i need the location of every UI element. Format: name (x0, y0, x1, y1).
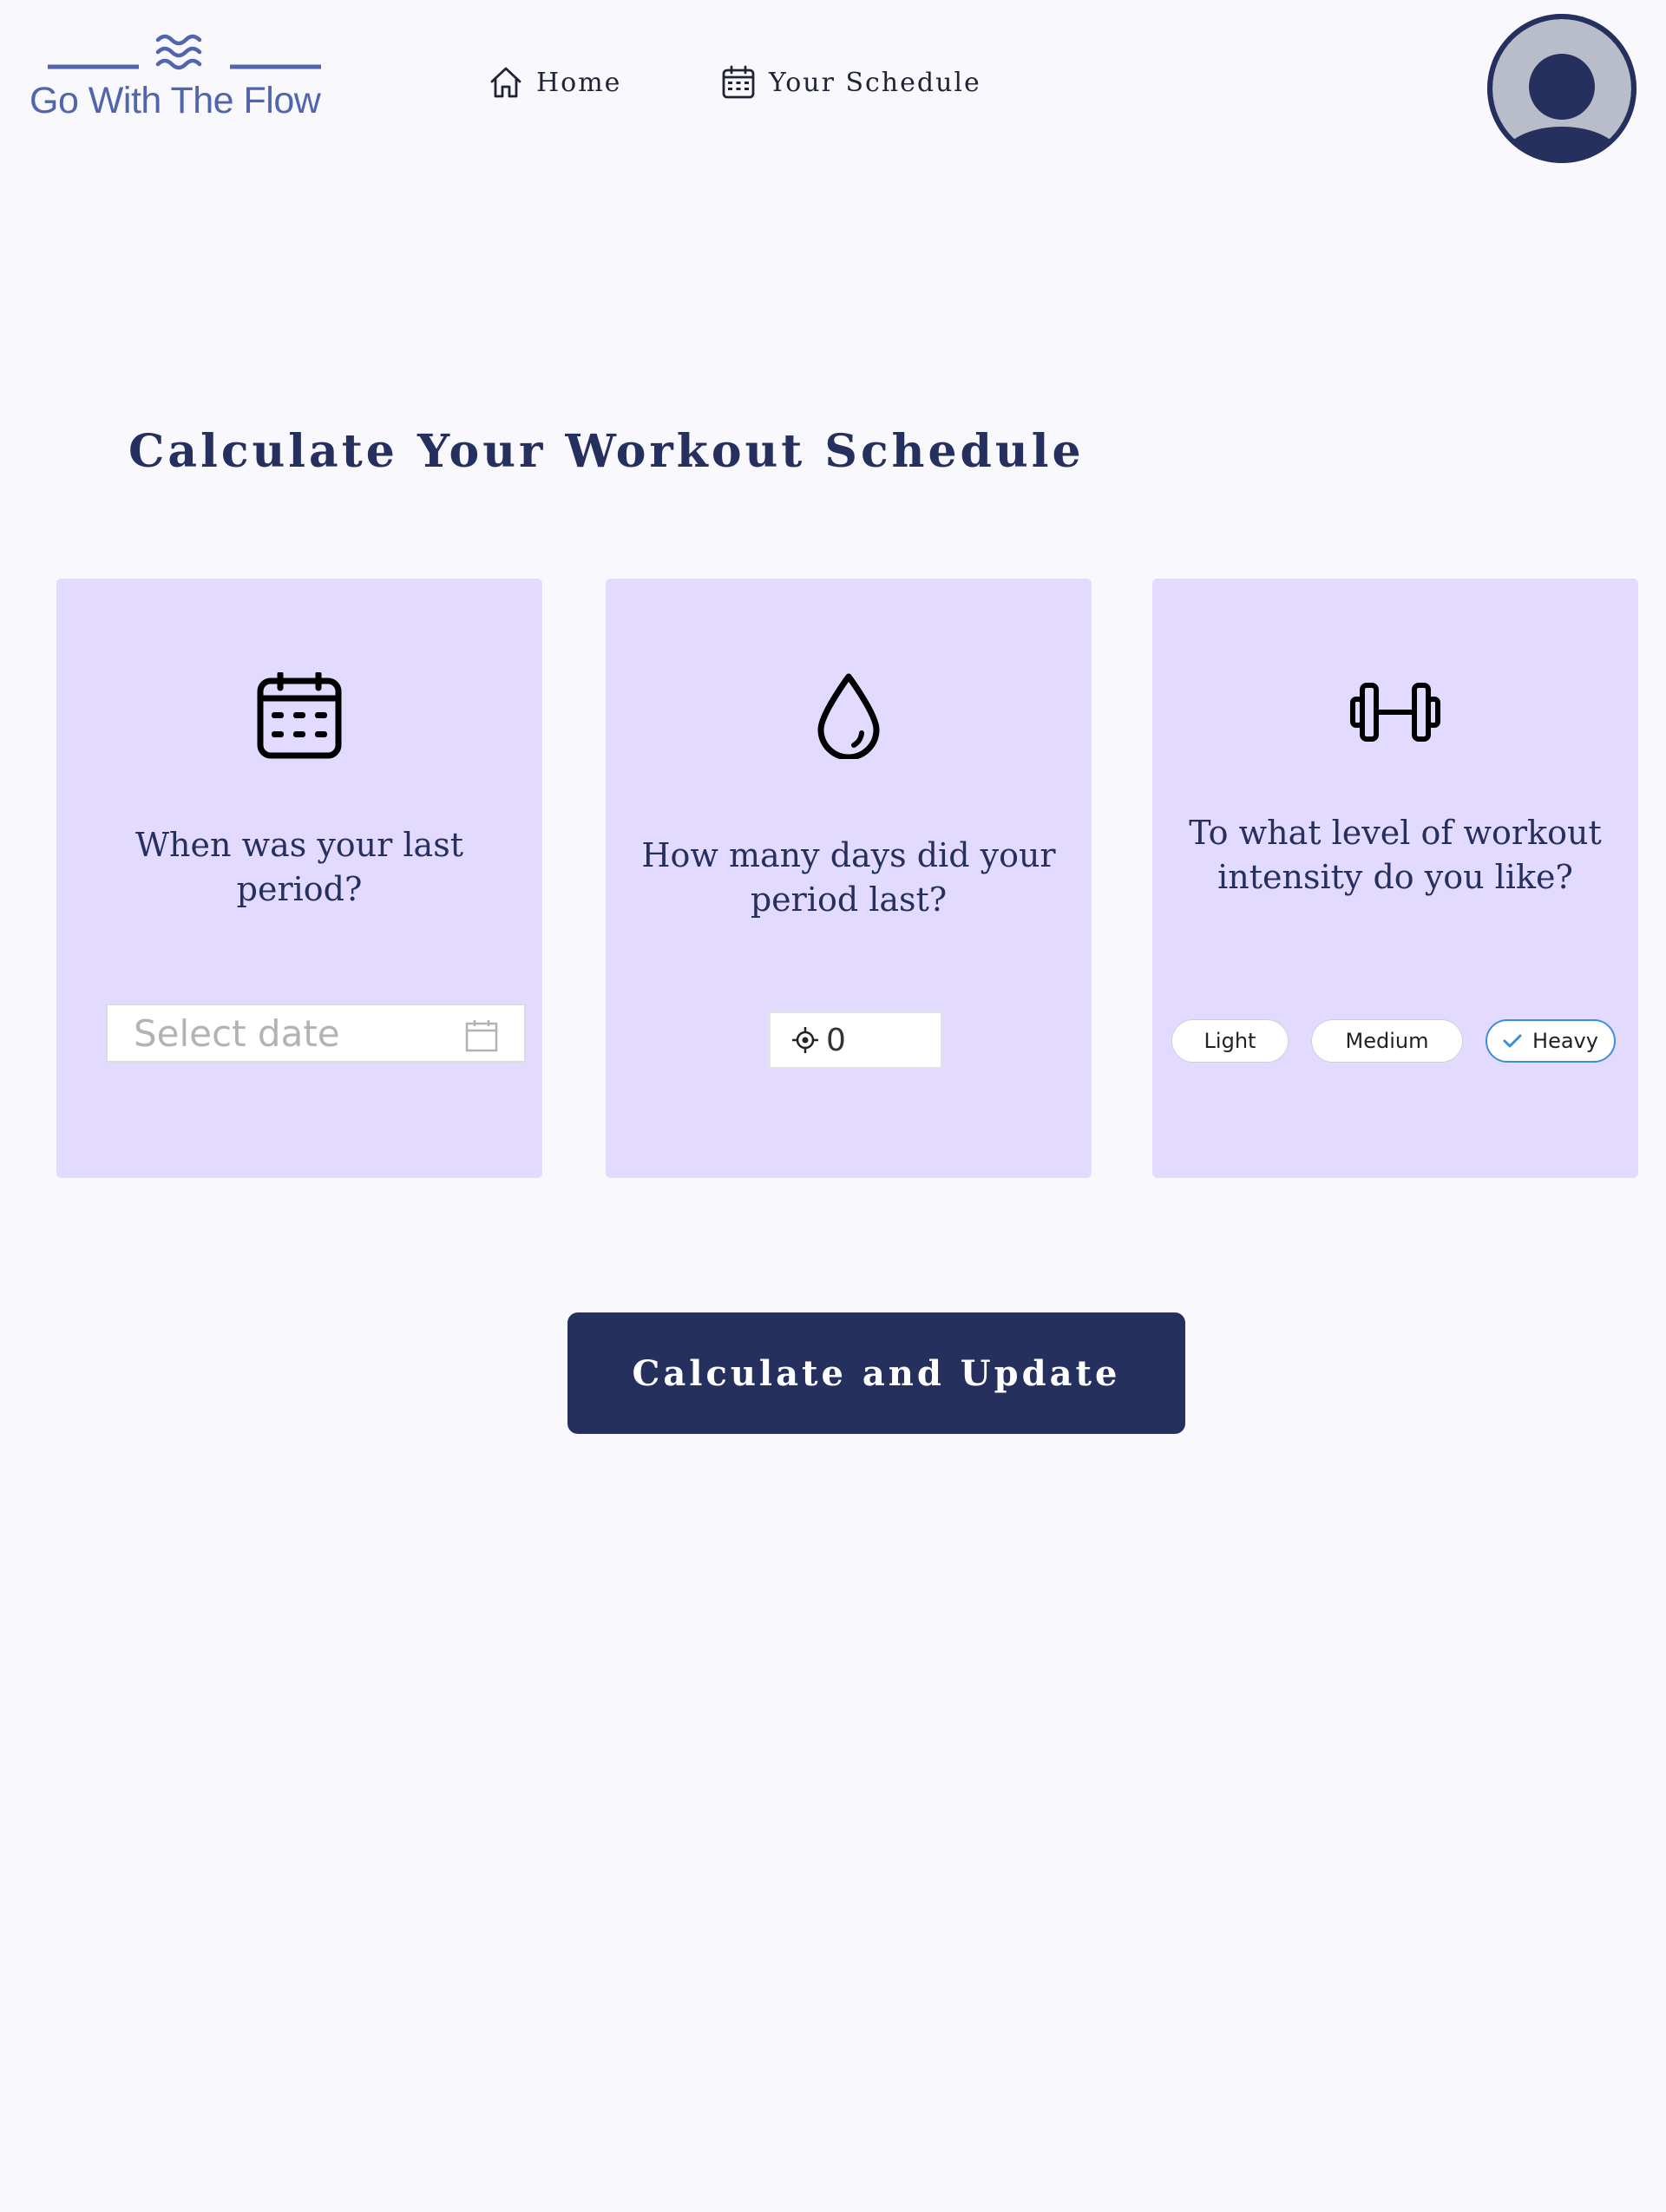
crosshair-icon (792, 1027, 818, 1053)
calendar-icon (256, 671, 343, 762)
intensity-option-medium[interactable]: Medium (1311, 1019, 1463, 1063)
calendar-outline-icon[interactable] (465, 1019, 498, 1052)
check-icon (1503, 1034, 1522, 1048)
calendar-icon (722, 65, 755, 99)
user-avatar-icon (1487, 14, 1636, 163)
waves-icon (48, 34, 321, 70)
nav-home-label: Home (536, 67, 622, 98)
last-period-card: When was your last period? Select date (56, 579, 542, 1178)
droplet-icon (814, 672, 883, 762)
logo[interactable]: Go With The Flow (26, 26, 347, 130)
date-placeholder: Select date (134, 1012, 340, 1055)
intensity-option-heavy[interactable]: Heavy (1486, 1019, 1616, 1063)
home-icon (490, 67, 521, 98)
intensity-option-light[interactable]: Light (1171, 1019, 1289, 1063)
period-days-value: 0 (826, 1022, 846, 1058)
user-avatar[interactable] (1484, 10, 1640, 167)
page-title: Calculate Your Workout Schedule (128, 425, 1085, 478)
nav-schedule-label: Your Schedule (769, 67, 981, 98)
intensity-option-heavy-label: Heavy (1532, 1029, 1598, 1053)
intensity-question: To what level of workout intensity do yo… (1189, 814, 1602, 896)
dumbbell-icon (1350, 681, 1440, 747)
period-days-input[interactable]: 0 (769, 1011, 942, 1069)
last-period-question: When was your last period? (135, 826, 463, 908)
nav-your-schedule[interactable]: Your Schedule (720, 61, 981, 104)
period-length-card: How many days did your period last? 0 (606, 579, 1092, 1178)
date-picker-input[interactable]: Select date (106, 1004, 526, 1063)
nav-home[interactable]: Home (488, 61, 621, 104)
period-length-question: How many days did your period last? (641, 836, 1056, 919)
calculate-and-update-button[interactable]: Calculate and Update (567, 1312, 1185, 1434)
intensity-card: To what level of workout intensity do yo… (1152, 579, 1638, 1178)
logo-text: Go With The Flow (30, 80, 321, 121)
